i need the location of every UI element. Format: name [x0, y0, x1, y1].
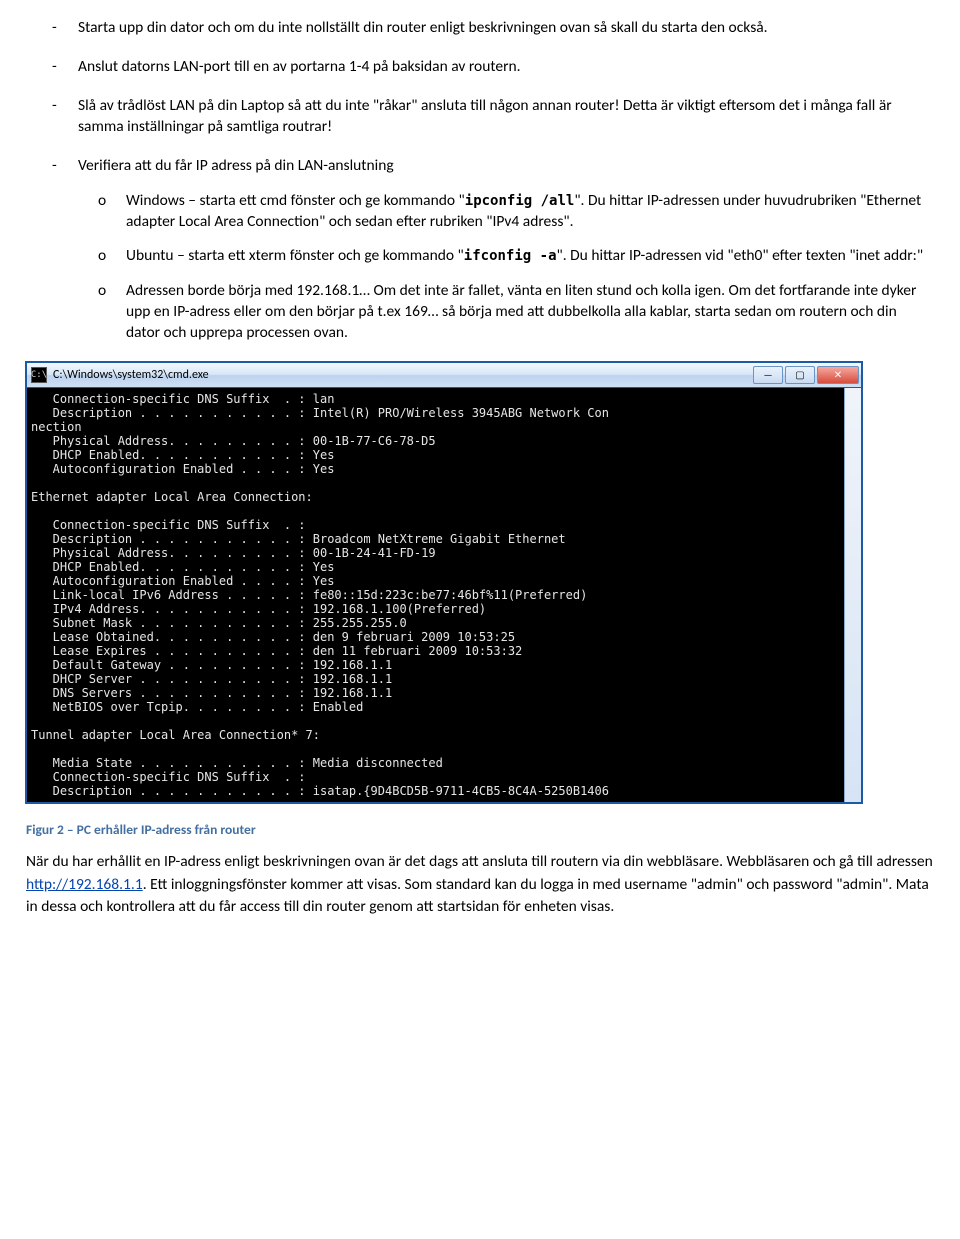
terminal-output[interactable]: Connection-specific DNS Suffix . : lan D…: [27, 388, 861, 802]
text-run: Ubuntu – starta ett xterm fönster och ge…: [126, 246, 464, 265]
sub-list: Windows – starta ett cmd fönster och ge …: [78, 191, 930, 345]
window-titlebar[interactable]: C:\ C:\Windows\system32\cmd.exe — ▢ ✕: [27, 363, 861, 388]
close-button[interactable]: ✕: [817, 366, 859, 384]
text-run: När du har erhållit en IP-adress enligt …: [26, 852, 933, 871]
figure-caption: Figur 2 – PC erhåller IP-adress från rou…: [26, 821, 934, 839]
maximize-button[interactable]: ▢: [785, 366, 815, 384]
list-item: Starta upp din dator och om du inte noll…: [78, 18, 934, 39]
cmd-icon: C:\: [31, 367, 47, 383]
text-run: Windows – starta ett cmd fönster och ge …: [126, 191, 465, 210]
sub-list-item: Adressen borde börja med 192.168.1… Om d…: [126, 281, 930, 344]
code-inline: ipconfig /all: [465, 193, 575, 209]
window-title: C:\Windows\system32\cmd.exe: [53, 367, 209, 383]
body-paragraph: När du har erhållit en IP-adress enligt …: [26, 851, 934, 918]
list-item: Verifiera att du får IP adress på din LA…: [78, 156, 934, 344]
text-run: . Ett inloggningsfönster kommer att visa…: [26, 875, 929, 916]
list-item: Slå av trådlöst LAN på din Laptop så att…: [78, 96, 934, 138]
sub-list-item: Windows – starta ett cmd fönster och ge …: [126, 191, 930, 233]
cmd-window: C:\ C:\Windows\system32\cmd.exe — ▢ ✕ Co…: [26, 362, 862, 803]
scrollbar-thumb[interactable]: [845, 770, 859, 800]
list-item-text: Verifiera att du får IP adress på din LA…: [78, 156, 394, 175]
sub-list-item: Ubuntu – starta ett xterm fönster och ge…: [126, 246, 930, 267]
list-item: Anslut datorns LAN-port till en av porta…: [78, 57, 934, 78]
instruction-list: Starta upp din dator och om du inte noll…: [26, 18, 934, 344]
terminal-text: Connection-specific DNS Suffix . : lan D…: [31, 392, 609, 798]
router-url-link[interactable]: http://192.168.1.1: [26, 875, 143, 894]
code-inline: ifconfig -a: [464, 248, 557, 264]
text-run: ". Du hittar IP-adressen vid "eth0" efte…: [557, 246, 924, 265]
minimize-button[interactable]: —: [753, 366, 783, 384]
